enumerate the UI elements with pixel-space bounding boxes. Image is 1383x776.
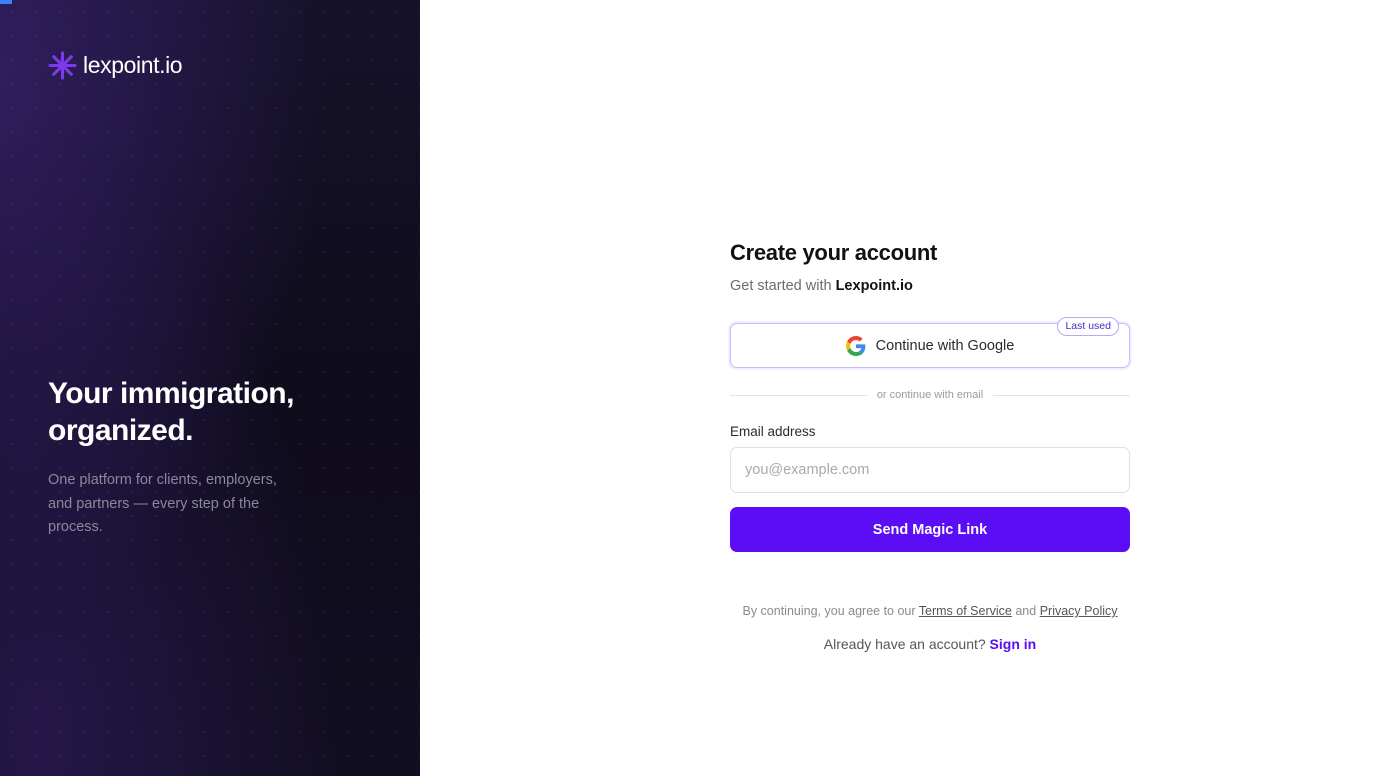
divider-line-right [993,394,1131,396]
page-subtitle: Get started with Lexpoint.io [730,278,1130,294]
legal-and: and [1015,604,1037,618]
divider-text: or continue with email [876,389,984,401]
corner-accent [0,0,12,4]
hero-title-line-2: organized. [48,414,194,447]
hero-title-line-1: Your immigration, [48,377,294,410]
sign-in-link[interactable]: Sign in [990,636,1037,652]
last-used-badge: Last used [1057,317,1119,336]
privacy-policy-link[interactable]: Privacy Policy [1040,604,1118,618]
legal-prefix: By continuing, you agree to our [742,604,916,618]
hero-title: Your immigration, organized. [48,375,348,449]
email-label: Email address [730,424,816,439]
terms-of-service-link[interactable]: Terms of Service [919,604,1012,618]
signup-form: Create your account Get started with Lex… [730,238,1131,652]
email-field[interactable] [730,447,1130,493]
subtitle-prefix: Get started with [730,278,832,294]
divider-line-left [730,394,867,396]
signin-prompt: Already have an account? Sign in [730,636,1130,652]
divider: or continue with email [730,389,1131,401]
hero-subtitle: One platform for clients, employers, and… [48,472,277,535]
asterisk-logo-icon [48,51,77,80]
google-button-label: Continue with Google [875,337,1015,354]
send-magic-link-button[interactable]: Send Magic Link [730,507,1130,552]
brand-name: lexpoint.io [83,52,183,78]
google-icon [845,335,866,356]
brand-panel: lexpoint.io Your immigration, organized.… [0,0,420,776]
signin-text: Already have an account? [823,636,986,652]
continue-with-google-button[interactable]: Continue with Google Last used [730,317,1130,368]
subtitle-brand: Lexpoint.io [835,278,913,294]
brand-logo[interactable]: lexpoint.io [48,51,183,80]
hero-section: Your immigration, organized. One platfor… [48,375,348,540]
page-title: Create your account [730,240,938,265]
legal-notice: By continuing, you agree to our Terms of… [730,604,1130,618]
